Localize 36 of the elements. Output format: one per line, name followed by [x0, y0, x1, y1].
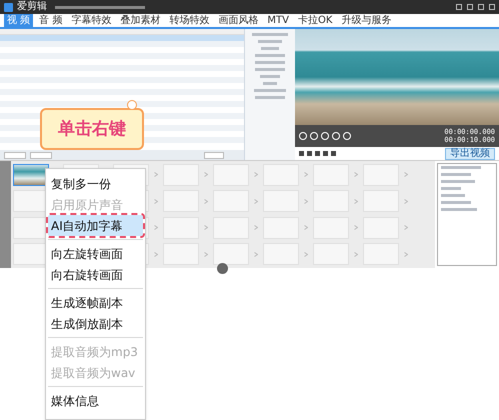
chevron-icon	[404, 225, 408, 230]
export-video-button[interactable]: 导出视频	[445, 148, 495, 160]
chevron-icon	[154, 198, 158, 204]
chevron-icon	[254, 252, 258, 257]
chevron-icon	[154, 252, 158, 257]
toolbar-button[interactable]	[4, 152, 26, 158]
window-title: 爱剪辑	[17, 2, 47, 12]
chevron-icon	[404, 252, 408, 257]
chevron-icon	[304, 198, 308, 204]
chevron-icon	[354, 225, 358, 230]
toolbar-button[interactable]	[30, 152, 52, 158]
toolbar-button[interactable]	[204, 152, 224, 158]
chevron-icon	[354, 198, 358, 204]
chevron-icon	[154, 172, 158, 178]
chevron-icon	[154, 225, 158, 230]
chevron-icon	[404, 172, 408, 178]
sticker-text: 单击右键	[58, 120, 126, 138]
table-row[interactable]	[0, 35, 244, 41]
app-logo-icon	[4, 2, 13, 12]
chevron-icon	[354, 252, 358, 257]
clip-thumbnail[interactable]	[13, 164, 49, 186]
chevron-icon	[354, 172, 358, 178]
chevron-icon	[404, 198, 408, 204]
tab[interactable]: 音 频	[36, 14, 66, 27]
chevron-icon	[204, 225, 208, 230]
chevron-icon	[304, 172, 308, 178]
menu-item[interactable]: AI自动加字幕	[48, 215, 143, 236]
chevron-icon	[204, 252, 208, 257]
chevron-icon	[254, 172, 258, 178]
chevron-icon	[254, 198, 258, 204]
chevron-icon	[304, 252, 308, 257]
chevron-icon	[204, 198, 208, 204]
chevron-icon	[254, 225, 258, 230]
chevron-icon	[204, 172, 208, 178]
chevron-icon	[304, 225, 308, 230]
empty-clip-slot[interactable]	[213, 243, 249, 266]
